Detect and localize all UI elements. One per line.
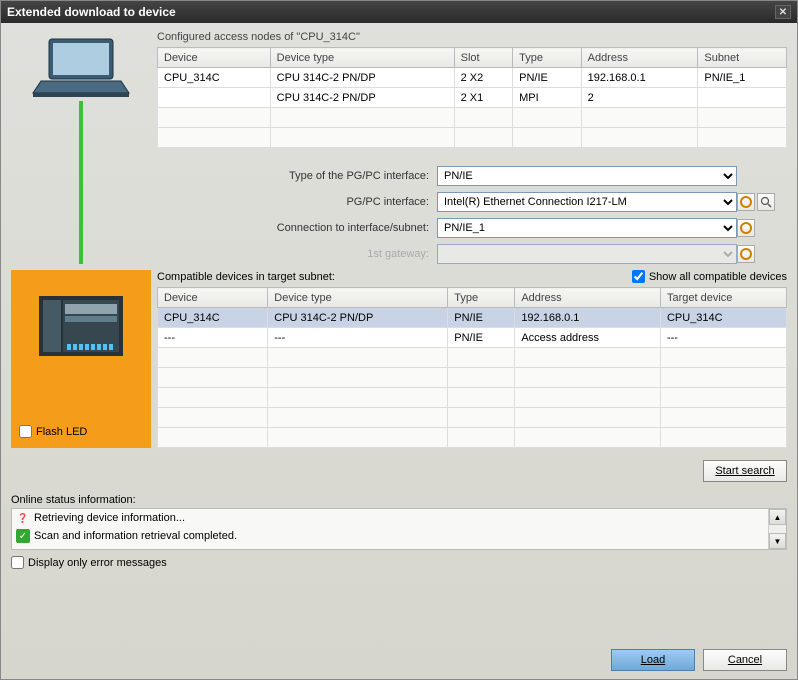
dialog-footer: Load Cancel <box>11 639 787 671</box>
column-header[interactable]: Device type <box>268 288 448 308</box>
configured-nodes-label: Configured access nodes of "CPU_314C" <box>157 31 787 43</box>
column-header[interactable]: Device type <box>270 48 454 68</box>
column-header[interactable]: Address <box>515 288 661 308</box>
pgpc-type-label: Type of the PG/PC interface: <box>157 170 437 182</box>
table-row[interactable]: CPU_314CCPU 314C-2 PN/DP2 X2PN/IE192.168… <box>158 68 787 88</box>
configured-nodes-table: DeviceDevice typeSlotTypeAddressSubnet C… <box>157 47 787 148</box>
compatible-devices-label: Compatible devices in target subnet: <box>157 271 335 283</box>
pgpc-type-select[interactable]: PN/IE <box>437 166 737 186</box>
scroll-up-button[interactable]: ▲ <box>769 509 786 525</box>
pgpc-iface-label: PG/PC interface: <box>157 196 437 208</box>
display-errors-only-checkbox[interactable] <box>11 556 24 569</box>
interface-form: Type of the PG/PC interface: PN/IE PG/PC… <box>157 166 787 264</box>
status-label: Online status information: <box>11 494 787 506</box>
status-line: ✓Scan and information retrieval complete… <box>12 527 768 545</box>
plc-rack-icon <box>39 296 123 356</box>
dialog-content: Configured access nodes of "CPU_314C" De… <box>1 23 797 679</box>
status-section: Online status information: Retrieving de… <box>11 494 787 569</box>
top-row: Configured access nodes of "CPU_314C" De… <box>11 31 787 264</box>
flash-led-row: Flash LED <box>17 421 89 440</box>
column-header[interactable]: Type <box>513 48 582 68</box>
table-row[interactable]: CPU 314C-2 PN/DP2 X1MPI2 <box>158 88 787 108</box>
show-all-checkbox[interactable] <box>632 270 645 283</box>
column-header[interactable]: Device <box>158 288 268 308</box>
target-device-panel: Flash LED <box>11 270 151 448</box>
connection-line-icon <box>79 101 83 264</box>
connection-subnet-select[interactable]: PN/IE_1 <box>437 218 737 238</box>
gateway-properties-button[interactable] <box>737 245 755 263</box>
compatible-devices-table[interactable]: DeviceDevice typeTypeAddressTarget devic… <box>157 287 787 448</box>
dialog-title: Extended download to device <box>7 5 176 19</box>
scroll-down-button[interactable]: ▼ <box>769 533 786 549</box>
iface-properties-button[interactable] <box>737 193 755 211</box>
column-header[interactable]: Address <box>581 48 698 68</box>
column-header[interactable]: Subnet <box>698 48 787 68</box>
pgpc-iface-select[interactable]: Intel(R) Ethernet Connection I217-LM <box>437 192 737 212</box>
column-header[interactable]: Target device <box>660 288 786 308</box>
column-header[interactable]: Slot <box>454 48 513 68</box>
load-button[interactable]: Load <box>611 649 695 671</box>
flash-led-checkbox[interactable] <box>19 425 32 438</box>
connection-properties-button[interactable] <box>737 219 755 237</box>
laptop-icon <box>31 35 131 103</box>
compatible-devices-section: Compatible devices in target subnet: Sho… <box>157 270 787 448</box>
cancel-button[interactable]: Cancel <box>703 649 787 671</box>
info-icon <box>16 511 30 525</box>
status-scrollbar[interactable]: ▲ ▼ <box>768 509 786 549</box>
table-row[interactable]: CPU_314CCPU 314C-2 PN/DPPN/IE192.168.0.1… <box>158 308 787 328</box>
connection-subnet-label: Connection to interface/subnet: <box>157 222 437 234</box>
status-line: Retrieving device information... <box>12 509 768 527</box>
gateway-select <box>437 244 737 264</box>
compatible-devices-row: Flash LED Compatible devices in target s… <box>11 270 787 448</box>
check-icon: ✓ <box>16 529 30 543</box>
show-all-label: Show all compatible devices <box>649 271 787 283</box>
start-search-button[interactable]: Start search <box>703 460 787 482</box>
left-illustration-column <box>11 31 151 264</box>
gateway-label: 1st gateway: <box>157 248 437 260</box>
status-list: Retrieving device information...✓Scan an… <box>11 508 787 550</box>
column-header[interactable]: Type <box>448 288 515 308</box>
flash-led-label: Flash LED <box>36 426 87 438</box>
download-dialog: Extended download to device ✕ Configured… <box>0 0 798 680</box>
table-row[interactable]: ------PN/IEAccess address--- <box>158 328 787 348</box>
iface-browse-button[interactable] <box>757 193 775 211</box>
configured-nodes-section: Configured access nodes of "CPU_314C" De… <box>157 31 787 264</box>
column-header[interactable]: Device <box>158 48 271 68</box>
titlebar: Extended download to device ✕ <box>1 1 797 23</box>
close-button[interactable]: ✕ <box>775 5 791 19</box>
display-errors-only-label: Display only error messages <box>28 557 167 569</box>
